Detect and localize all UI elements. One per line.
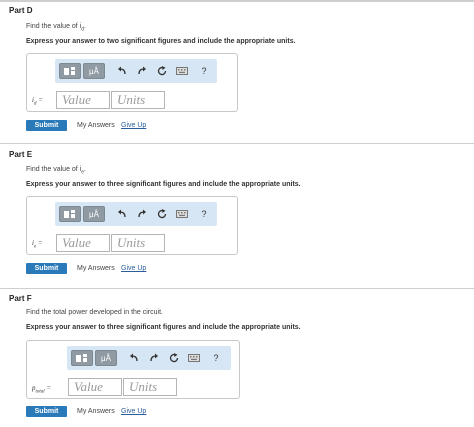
answer-symbol-label: id = bbox=[32, 96, 43, 107]
math-toolbar: μÅ ? bbox=[67, 346, 231, 370]
value-input[interactable]: Value bbox=[68, 378, 122, 396]
question-prompt: Find the value of ie. bbox=[26, 166, 86, 176]
undo-icon bbox=[130, 353, 138, 362]
value-input[interactable]: Value bbox=[56, 234, 110, 252]
math-toolbar: μÅ ? bbox=[55, 59, 217, 83]
give-up-link[interactable]: Give Up bbox=[121, 408, 146, 415]
submit-button[interactable]: Submit bbox=[26, 120, 67, 131]
units-input[interactable]: Units bbox=[111, 91, 165, 109]
answer-symbol-label: ptotal = bbox=[32, 384, 52, 395]
help-button[interactable]: ? bbox=[197, 63, 211, 79]
units-button[interactable]: μÅ bbox=[95, 350, 117, 366]
keyboard-icon bbox=[176, 210, 188, 218]
undo-button[interactable] bbox=[115, 63, 129, 79]
redo-icon bbox=[138, 209, 146, 218]
submit-button[interactable]: Submit bbox=[26, 263, 67, 274]
templates-button[interactable] bbox=[59, 63, 81, 79]
templates-icon bbox=[64, 210, 75, 218]
undo-icon bbox=[118, 66, 126, 75]
templates-button[interactable] bbox=[59, 206, 81, 222]
undo-button[interactable] bbox=[115, 206, 129, 222]
keyboard-button[interactable] bbox=[175, 206, 189, 222]
templates-icon bbox=[76, 354, 87, 362]
reset-button[interactable] bbox=[167, 350, 181, 366]
question-prompt: Find the value of id. bbox=[26, 23, 86, 33]
reset-button[interactable] bbox=[155, 63, 169, 79]
my-answers-link[interactable]: My Answers bbox=[77, 265, 115, 272]
math-toolbar: μÅ ? bbox=[55, 202, 217, 226]
reset-icon bbox=[169, 353, 179, 363]
part-d-section: Part D Find the value of id. Express you… bbox=[0, 0, 474, 140]
units-button[interactable]: μÅ bbox=[83, 63, 105, 79]
units-input[interactable]: Units bbox=[111, 234, 165, 252]
part-f-section: Part F Find the total power developed in… bbox=[0, 288, 474, 427]
answer-box: μÅ ? id = Value Units bbox=[26, 53, 238, 112]
reset-button[interactable] bbox=[155, 206, 169, 222]
answer-symbol-label: ie = bbox=[32, 239, 43, 250]
answer-instruction: Express your answer to three significant… bbox=[26, 324, 301, 331]
part-e-section: Part E Find the value of ie. Express you… bbox=[0, 143, 474, 286]
keyboard-button[interactable] bbox=[175, 63, 189, 79]
keyboard-button[interactable] bbox=[187, 350, 201, 366]
redo-icon bbox=[138, 66, 146, 75]
redo-button[interactable] bbox=[135, 206, 149, 222]
redo-button[interactable] bbox=[147, 350, 161, 366]
reset-icon bbox=[157, 209, 167, 219]
undo-button[interactable] bbox=[127, 350, 141, 366]
help-button[interactable]: ? bbox=[197, 206, 211, 222]
templates-button[interactable] bbox=[71, 350, 93, 366]
redo-icon bbox=[150, 353, 158, 362]
value-input[interactable]: Value bbox=[56, 91, 110, 109]
keyboard-icon bbox=[176, 67, 188, 75]
my-answers-link[interactable]: My Answers bbox=[77, 408, 115, 415]
units-button[interactable]: μÅ bbox=[83, 206, 105, 222]
templates-icon bbox=[64, 67, 75, 75]
answer-box: μÅ ? ie = Value Units bbox=[26, 196, 238, 255]
question-prompt: Find the total power developed in the ci… bbox=[26, 309, 163, 316]
give-up-link[interactable]: Give Up bbox=[121, 265, 146, 272]
undo-icon bbox=[118, 209, 126, 218]
answer-instruction: Express your answer to three significant… bbox=[26, 181, 301, 188]
help-button[interactable]: ? bbox=[209, 350, 223, 366]
reset-icon bbox=[157, 66, 167, 76]
units-input[interactable]: Units bbox=[123, 378, 177, 396]
answer-instruction: Express your answer to two significant f… bbox=[26, 38, 296, 45]
answer-box: μÅ ? ptotal = Value Units bbox=[26, 340, 240, 399]
part-title: Part E bbox=[9, 150, 33, 159]
submit-button[interactable]: Submit bbox=[26, 406, 67, 417]
give-up-link[interactable]: Give Up bbox=[121, 122, 146, 129]
redo-button[interactable] bbox=[135, 63, 149, 79]
part-title: Part D bbox=[9, 6, 33, 15]
my-answers-link[interactable]: My Answers bbox=[77, 122, 115, 129]
part-title: Part F bbox=[9, 294, 32, 303]
keyboard-icon bbox=[188, 354, 200, 362]
